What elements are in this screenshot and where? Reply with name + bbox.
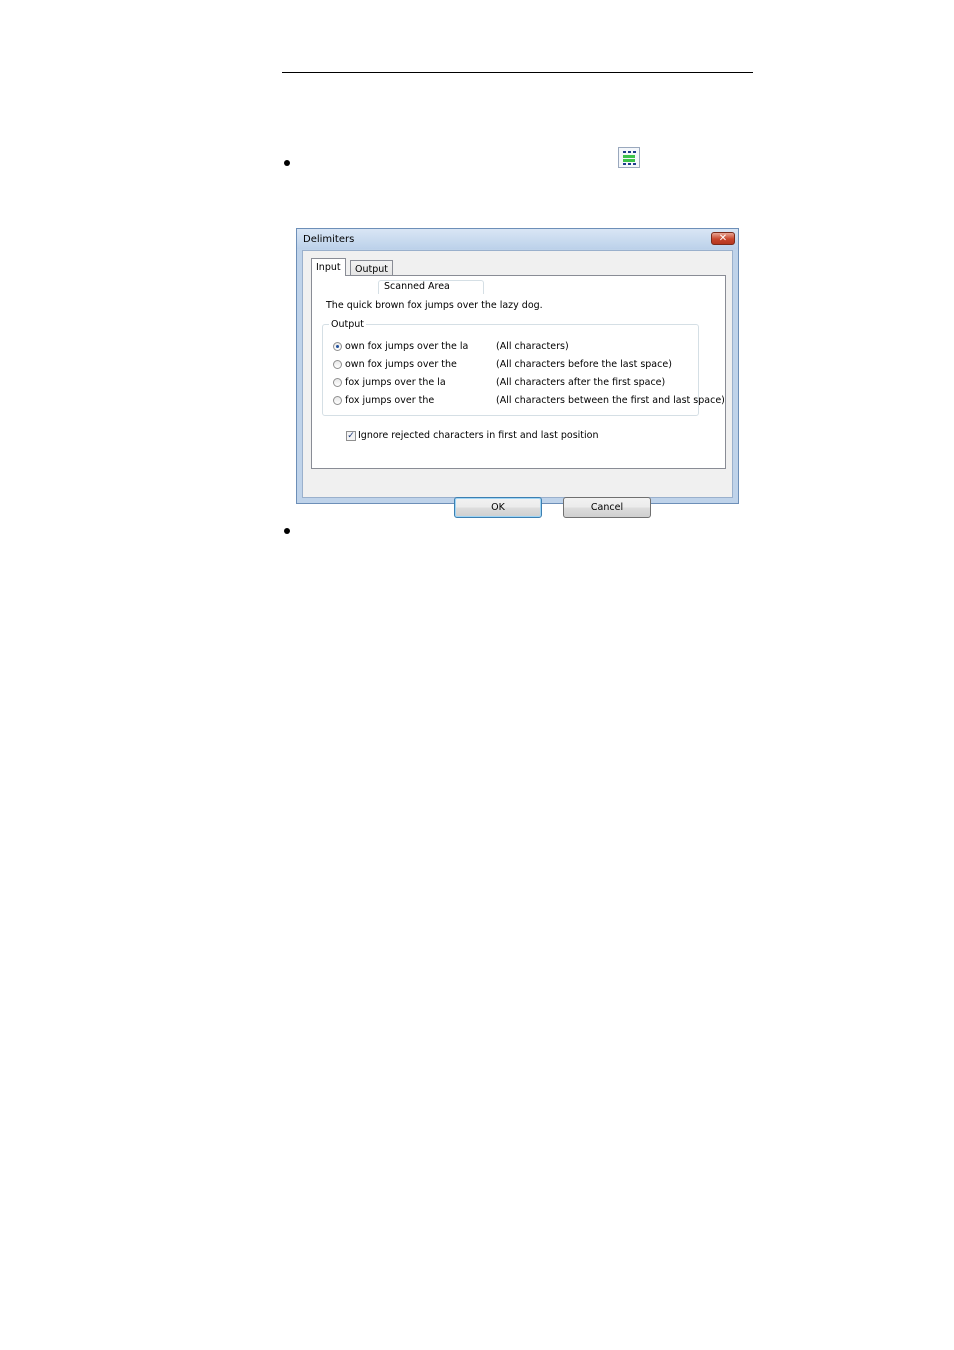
dialog-client-area: Input Output Scanned Area The quick brow…	[302, 250, 733, 518]
option-description: (All characters between the first and la…	[496, 395, 725, 406]
input-tab-panel: Scanned Area The quick brown fox jumps o…	[311, 275, 726, 469]
option-description: (All characters after the first space)	[496, 377, 666, 388]
bullet-point	[284, 528, 290, 534]
delimiters-grid-icon	[618, 147, 640, 168]
close-icon[interactable]: ✕	[711, 232, 735, 245]
option-label: own fox jumps over the la	[345, 341, 469, 352]
option-label: own fox jumps over the	[345, 359, 457, 370]
scanned-area-label: Scanned Area	[378, 280, 484, 294]
tab-input[interactable]: Input	[311, 258, 346, 276]
ok-button[interactable]: OK	[454, 497, 542, 518]
radio-button[interactable]	[333, 342, 342, 351]
option-label: fox jumps over the	[345, 395, 435, 406]
radio-button[interactable]	[333, 378, 342, 387]
bullet-point	[284, 160, 290, 166]
output-group-label: Output	[329, 319, 366, 330]
header-rule	[282, 72, 753, 73]
option-label: fox jumps over the la	[345, 377, 446, 388]
ignore-rejected-label: Ignore rejected characters in first and …	[358, 430, 599, 441]
delimiters-dialog: Delimiters ✕ Input Output Scanned Area T…	[296, 228, 739, 518]
ignore-rejected-checkbox[interactable]: ✓	[346, 431, 356, 441]
radio-button[interactable]	[333, 396, 342, 405]
option-description: (All characters)	[496, 341, 569, 352]
dialog-title: Delimiters	[303, 234, 355, 245]
option-description: (All characters before the last space)	[496, 359, 672, 370]
title-bar[interactable]: Delimiters ✕	[297, 229, 738, 249]
radio-button[interactable]	[333, 360, 342, 369]
output-groupbox: Output own fox jumps over the la (All ch…	[322, 319, 725, 416]
cancel-button[interactable]: Cancel	[563, 497, 651, 518]
sample-text: The quick brown fox jumps over the lazy …	[326, 300, 543, 311]
tab-output[interactable]: Output	[350, 260, 393, 276]
